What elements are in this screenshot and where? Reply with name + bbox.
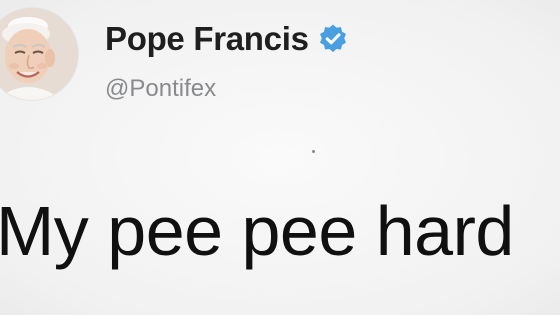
tweet-card: Pope Francis @Pontifex My pee pee hard (0, 0, 560, 315)
author-handle[interactable]: @Pontifex (105, 74, 216, 104)
avatar[interactable] (0, 8, 78, 100)
tweet-text: My pee pee hard (0, 192, 514, 270)
author-name-row: Pope Francis (105, 20, 349, 58)
avatar-image (0, 8, 78, 100)
author-display-name[interactable]: Pope Francis (105, 20, 309, 58)
verified-badge-icon (319, 24, 346, 53)
image-artifact-dot (312, 150, 315, 153)
tweet-header: Pope Francis @Pontifex (0, 0, 560, 110)
